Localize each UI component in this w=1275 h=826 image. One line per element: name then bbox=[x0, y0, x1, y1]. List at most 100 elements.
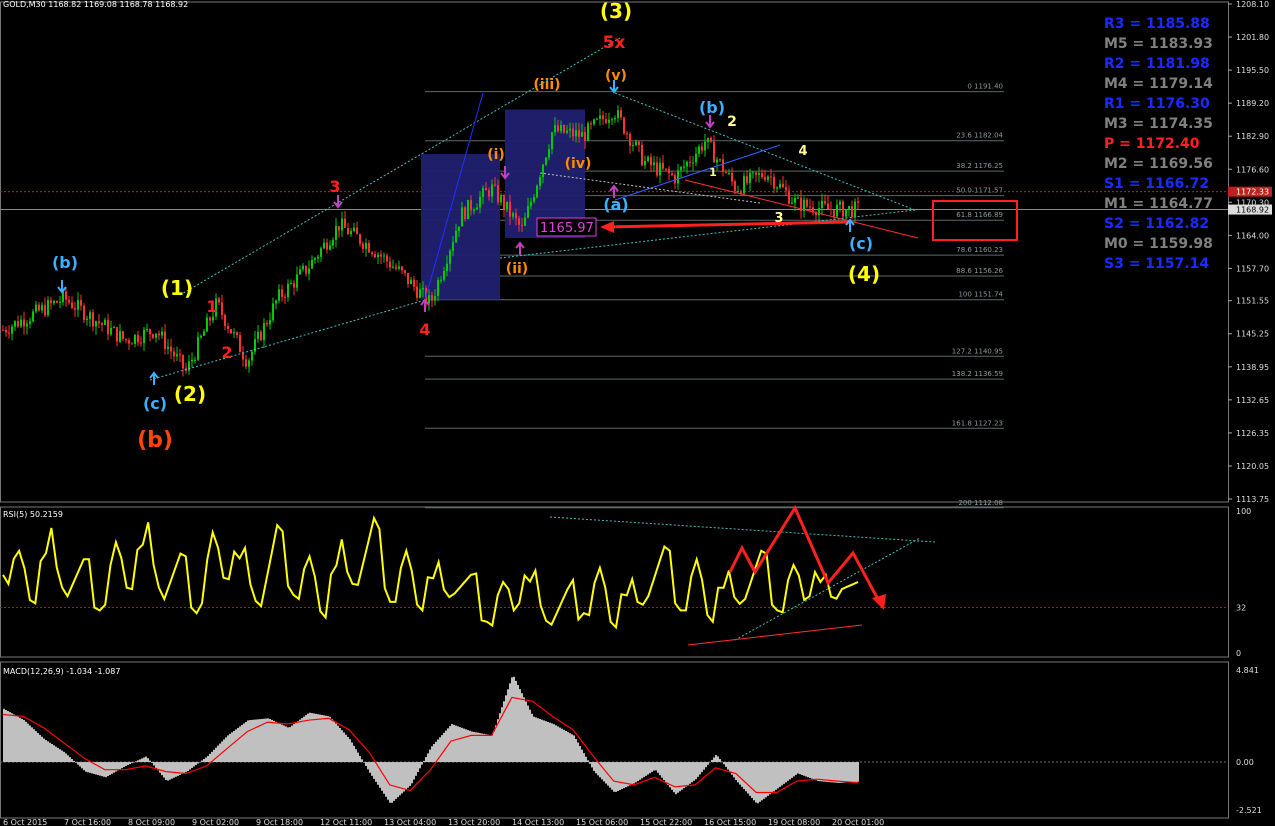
macd-histogram-bar bbox=[397, 762, 399, 798]
candle-body bbox=[20, 319, 22, 327]
pivot-level-label: R3 = 1185.88 bbox=[1104, 16, 1210, 32]
macd-axis-label: 4.841 bbox=[1236, 666, 1259, 675]
macd-histogram-bar bbox=[41, 736, 43, 763]
macd-histogram-bar bbox=[839, 762, 841, 783]
candle-body bbox=[713, 141, 715, 163]
candle-body bbox=[347, 227, 349, 235]
candle-body bbox=[338, 225, 340, 231]
macd-histogram-bar bbox=[475, 732, 477, 763]
macd-histogram-bar bbox=[365, 762, 367, 767]
wave-label: (ii) bbox=[506, 261, 528, 277]
macd-panel-frame bbox=[0, 661, 1229, 819]
macd-histogram-bar bbox=[205, 757, 207, 763]
fractal-arrow-up bbox=[420, 298, 430, 312]
candle-body bbox=[263, 323, 265, 340]
macd-histogram-bar bbox=[337, 725, 339, 763]
macd-histogram-bar bbox=[63, 751, 65, 763]
macd-histogram-bar bbox=[371, 762, 373, 776]
macd-histogram-bar bbox=[339, 727, 341, 763]
macd-histogram-bar bbox=[749, 762, 751, 796]
macd-histogram-bar bbox=[559, 727, 561, 763]
candle-body bbox=[125, 338, 127, 341]
macd-histogram-bar bbox=[163, 762, 165, 778]
candle-body bbox=[662, 162, 664, 169]
wave-label: 1 bbox=[206, 297, 217, 316]
macd-histogram-bar bbox=[421, 762, 423, 765]
macd-histogram-bar bbox=[285, 726, 287, 763]
macd-histogram-bar bbox=[287, 727, 289, 763]
candle-body bbox=[560, 124, 562, 132]
macd-histogram-bar bbox=[69, 757, 71, 763]
candle-body bbox=[605, 119, 607, 123]
macd-histogram-bar bbox=[547, 721, 549, 763]
candle-body bbox=[302, 265, 304, 270]
candle-body bbox=[167, 346, 169, 349]
candle-body bbox=[722, 159, 724, 172]
macd-histogram-bar bbox=[217, 745, 219, 763]
macd-histogram-bar bbox=[479, 733, 481, 763]
macd-histogram-bar bbox=[621, 762, 623, 790]
macd-histogram-bar bbox=[769, 762, 771, 795]
candle-body bbox=[683, 166, 685, 168]
macd-histogram-bar bbox=[321, 714, 323, 763]
macd-histogram-bar bbox=[443, 732, 445, 763]
pivot-level-label: M1 = 1164.77 bbox=[1104, 196, 1213, 212]
macd-histogram-bar bbox=[49, 742, 51, 763]
wave-label: 4 bbox=[419, 320, 430, 339]
candle-body bbox=[542, 164, 544, 178]
macd-histogram-bar bbox=[613, 762, 615, 792]
candle-body bbox=[518, 218, 520, 225]
macd-histogram-bar bbox=[171, 762, 173, 779]
macd-histogram-bar bbox=[357, 752, 359, 763]
wave-label: 4 bbox=[798, 144, 807, 159]
macd-histogram-bar bbox=[555, 725, 557, 763]
macd-histogram-bar bbox=[771, 762, 773, 793]
macd-histogram-bar bbox=[811, 762, 813, 779]
candle-body bbox=[356, 227, 358, 235]
macd-histogram-bar bbox=[139, 759, 141, 763]
candle-body bbox=[671, 173, 673, 176]
macd-histogram-bar bbox=[345, 734, 347, 763]
main-chart-header-text: GOLD,M30 1168.82 1169.08 1168.78 1168.92 bbox=[3, 0, 189, 9]
macd-histogram-bar bbox=[131, 762, 133, 764]
candle-body bbox=[725, 171, 727, 174]
time-axis-label: 6 Oct 2015 bbox=[3, 818, 47, 826]
candle-body bbox=[71, 302, 73, 309]
time-axis-label: 9 Oct 02:00 bbox=[192, 818, 239, 826]
candle-body bbox=[26, 323, 28, 327]
candle-body bbox=[728, 173, 730, 175]
price-axis-label: 1182.90 bbox=[1236, 132, 1269, 141]
candle-body bbox=[389, 261, 391, 268]
macd-histogram-bar bbox=[733, 762, 735, 778]
macd-histogram-bar bbox=[763, 762, 765, 799]
macd-histogram-bar bbox=[31, 727, 33, 763]
candle-body bbox=[395, 266, 397, 269]
wave-label: 2 bbox=[221, 343, 232, 362]
macd-histogram-bar bbox=[717, 756, 719, 763]
time-axis-label: 13 Oct 20:00 bbox=[448, 818, 500, 826]
candle-body bbox=[344, 218, 346, 228]
candle-body bbox=[797, 197, 799, 199]
time-axis-label: 20 Oct 01:00 bbox=[832, 818, 884, 826]
candle-body bbox=[653, 162, 655, 166]
candle-body bbox=[392, 266, 394, 268]
macd-histogram-bar bbox=[537, 718, 539, 763]
macd-histogram-bar bbox=[333, 721, 335, 763]
wave-label: (1) bbox=[161, 276, 193, 300]
macd-histogram-bar bbox=[493, 731, 495, 763]
candle-body bbox=[206, 317, 208, 332]
macd-histogram-bar bbox=[455, 725, 457, 763]
candle-body bbox=[500, 196, 502, 203]
candle-body bbox=[575, 130, 577, 137]
candle-body bbox=[260, 331, 262, 340]
candle-body bbox=[194, 359, 196, 361]
wave-label: (c) bbox=[143, 394, 167, 413]
macd-histogram-bar bbox=[297, 721, 299, 763]
candle-body bbox=[197, 337, 199, 360]
candle-body bbox=[593, 119, 595, 125]
macd-histogram-bar bbox=[295, 722, 297, 763]
candle-body bbox=[101, 323, 103, 325]
macd-histogram-bar bbox=[571, 734, 573, 763]
macd-histogram-bar bbox=[199, 762, 201, 763]
macd-histogram-bar bbox=[29, 725, 31, 763]
